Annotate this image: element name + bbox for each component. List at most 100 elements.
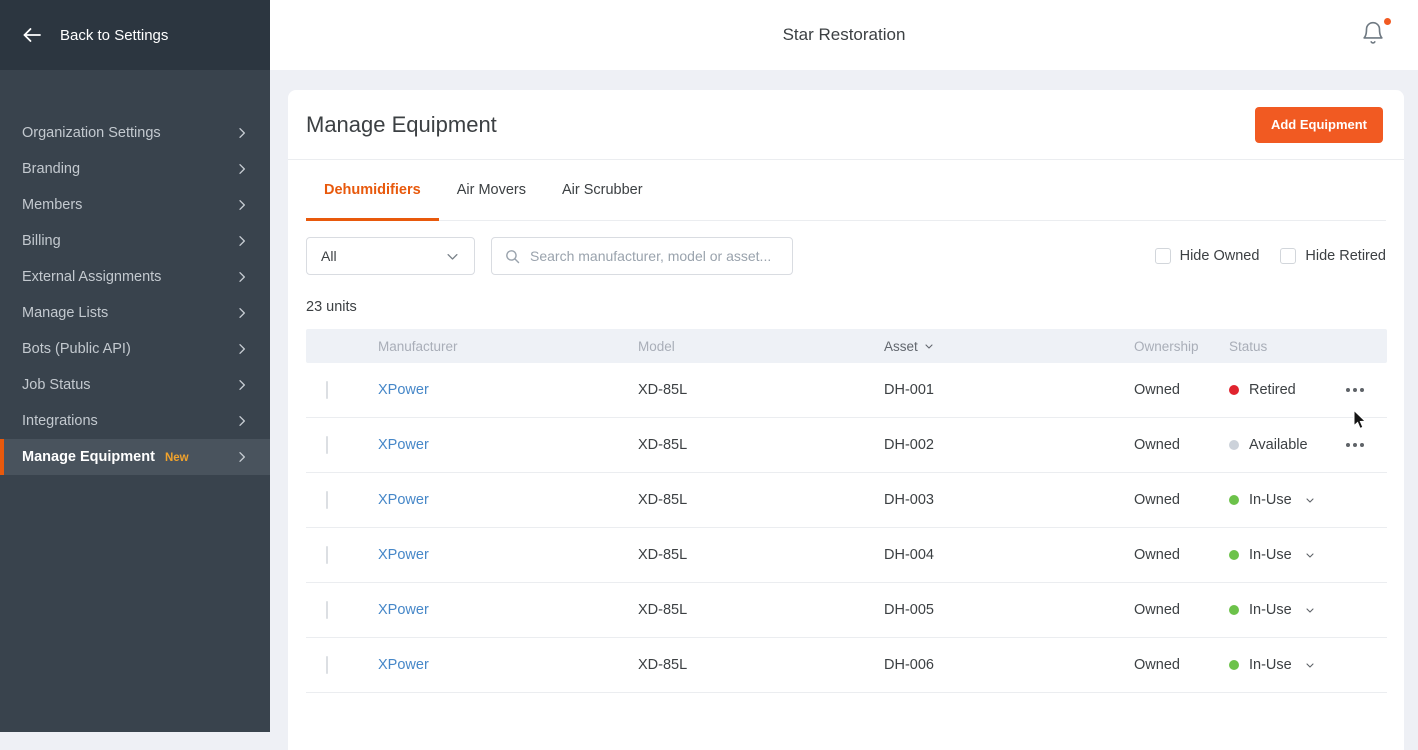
manufacturer-link[interactable]: XPower — [378, 437, 429, 453]
status-dot-icon — [1229, 605, 1239, 615]
chevron-right-icon — [234, 305, 250, 321]
sidebar-item-organization-settings[interactable]: Organization Settings — [0, 115, 270, 151]
sidebar-item-label: Manage Lists — [22, 305, 108, 321]
tab-label: Dehumidifiers — [324, 182, 421, 198]
row-checkbox[interactable] — [326, 491, 328, 509]
search-box — [491, 237, 793, 275]
back-to-settings-label: Back to Settings — [60, 27, 168, 44]
sidebar-item-manage-equipment[interactable]: Manage Equipment New — [0, 439, 270, 475]
chevron-right-icon — [234, 125, 250, 141]
status-label: In-Use — [1249, 602, 1292, 618]
sidebar-item-label: Billing — [22, 233, 61, 249]
model-cell: XD-85L — [638, 657, 884, 673]
chevron-right-icon — [234, 233, 250, 249]
filter-row: All Hide Owned Hide Retired — [306, 237, 1386, 275]
tab-label: Air Scrubber — [562, 182, 643, 198]
sidebar-item-bots-public-api[interactable]: Bots (Public API) — [0, 331, 270, 367]
table-header-row: Manufacturer Model Asset Ownership Statu… — [306, 329, 1387, 363]
tab-air-scrubber[interactable]: Air Scrubber — [544, 160, 661, 220]
status-cell[interactable]: In-Use — [1229, 492, 1343, 508]
search-input[interactable] — [530, 248, 780, 264]
row-checkbox[interactable] — [326, 656, 328, 674]
add-equipment-button[interactable]: Add Equipment — [1255, 107, 1383, 143]
sidebar-item-external-assignments[interactable]: External Assignments — [0, 259, 270, 295]
col-asset-sort[interactable]: Asset — [884, 339, 1134, 354]
model-cell: XD-85L — [638, 437, 884, 453]
row-actions-menu-button[interactable] — [1343, 443, 1367, 447]
table-row-dh-003: XPower XD-85L DH-003 Owned In-Use — [306, 473, 1387, 528]
tab-air-movers[interactable]: Air Movers — [439, 160, 544, 220]
chevron-right-icon — [234, 161, 250, 177]
row-actions-menu-button[interactable] — [1343, 388, 1367, 392]
equipment-table: Manufacturer Model Asset Ownership Statu… — [306, 329, 1387, 693]
back-to-settings-button[interactable]: Back to Settings — [0, 0, 270, 70]
status-cell[interactable]: In-Use — [1229, 547, 1343, 563]
topbar: Star Restoration — [270, 0, 1418, 70]
status-dot-icon — [1229, 495, 1239, 505]
table-row-dh-001: XPower XD-85L DH-001 Owned Retired — [306, 363, 1387, 418]
col-status: Status — [1229, 339, 1343, 354]
checkbox[interactable] — [1280, 248, 1296, 264]
tab-dehumidifiers[interactable]: Dehumidifiers — [306, 160, 439, 220]
table-row-dh-005: XPower XD-85L DH-005 Owned In-Use — [306, 583, 1387, 638]
sidebar-item-label: Branding — [22, 161, 80, 177]
table-body: XPower XD-85L DH-001 Owned Retired XPowe… — [306, 363, 1387, 693]
row-checkbox[interactable] — [326, 546, 328, 564]
ownership-cell: Owned — [1134, 657, 1229, 673]
status-dot-icon — [1229, 440, 1239, 450]
sidebar-item-label: Members — [22, 197, 82, 213]
toggle-area: Hide Owned Hide Retired — [1155, 248, 1386, 264]
toggle-hide-owned[interactable]: Hide Owned — [1155, 248, 1260, 264]
org-title: Star Restoration — [270, 0, 1418, 70]
filter-select-value: All — [321, 248, 337, 264]
equipment-filter-select[interactable]: All — [306, 237, 475, 275]
row-checkbox[interactable] — [326, 381, 328, 399]
table-row-dh-006: XPower XD-85L DH-006 Owned In-Use — [306, 638, 1387, 693]
manufacturer-link[interactable]: XPower — [378, 657, 429, 673]
row-checkbox[interactable] — [326, 436, 328, 454]
manufacturer-link[interactable]: XPower — [378, 547, 429, 563]
manufacturer-link[interactable]: XPower — [378, 492, 429, 508]
sidebar-item-manage-lists[interactable]: Manage Lists — [0, 295, 270, 331]
notifications-bell-button[interactable] — [1360, 20, 1390, 50]
asset-cell: DH-006 — [884, 657, 1134, 673]
chevron-right-icon — [234, 269, 250, 285]
asset-cell: DH-005 — [884, 602, 1134, 618]
sidebar-item-label: Integrations — [22, 413, 98, 429]
status-chevron-down-icon — [1304, 494, 1316, 506]
manufacturer-link[interactable]: XPower — [378, 382, 429, 398]
sidebar-item-billing[interactable]: Billing — [0, 223, 270, 259]
table-row-dh-004: XPower XD-85L DH-004 Owned In-Use — [306, 528, 1387, 583]
ownership-cell: Owned — [1134, 602, 1229, 618]
ownership-cell: Owned — [1134, 492, 1229, 508]
checkbox-label: Hide Retired — [1305, 248, 1386, 264]
units-count: 23 units — [306, 299, 1386, 315]
ownership-cell: Owned — [1134, 437, 1229, 453]
equipment-tabs: Dehumidifiers Air Movers Air Scrubber — [306, 160, 1386, 221]
back-arrow-icon — [20, 23, 44, 47]
sidebar-item-job-status[interactable]: Job Status — [0, 367, 270, 403]
status-cell[interactable]: In-Use — [1229, 602, 1343, 618]
card-header: Manage Equipment Add Equipment — [288, 90, 1404, 160]
sidebar: Back to Settings Organization Settings B… — [0, 0, 270, 732]
status-cell[interactable]: In-Use — [1229, 657, 1343, 673]
page-title: Manage Equipment — [306, 112, 497, 138]
manufacturer-link[interactable]: XPower — [378, 602, 429, 618]
sidebar-item-label: External Assignments — [22, 269, 161, 285]
asset-cell: DH-001 — [884, 382, 1134, 398]
row-checkbox[interactable] — [326, 601, 328, 619]
chevron-right-icon — [234, 197, 250, 213]
sidebar-item-members[interactable]: Members — [0, 187, 270, 223]
toggle-hide-retired[interactable]: Hide Retired — [1280, 248, 1386, 264]
model-cell: XD-85L — [638, 602, 884, 618]
status-label: Retired — [1249, 382, 1296, 398]
checkbox[interactable] — [1155, 248, 1171, 264]
status-dot-icon — [1229, 550, 1239, 560]
chevron-right-icon — [234, 341, 250, 357]
model-cell: XD-85L — [638, 547, 884, 563]
status-label: In-Use — [1249, 547, 1292, 563]
bell-icon — [1360, 20, 1386, 46]
status-dot-icon — [1229, 660, 1239, 670]
sidebar-item-branding[interactable]: Branding — [0, 151, 270, 187]
sidebar-item-integrations[interactable]: Integrations — [0, 403, 270, 439]
